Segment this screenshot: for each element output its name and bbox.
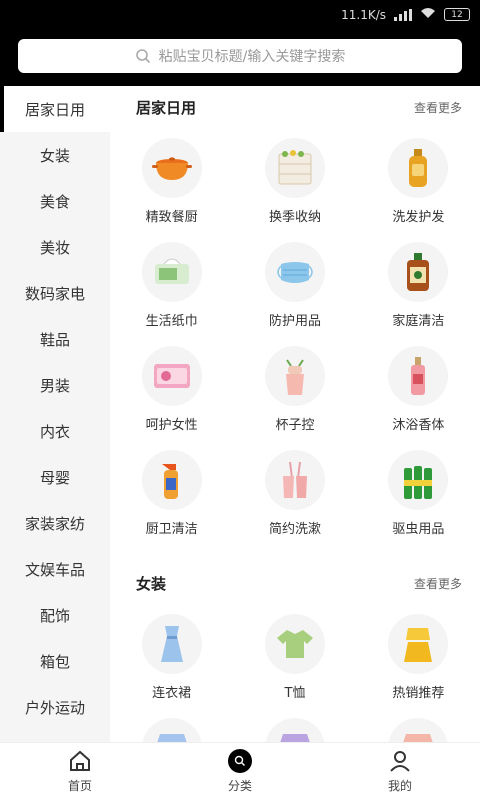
wifi-icon xyxy=(420,7,436,22)
tissue-icon xyxy=(154,258,189,284)
subcategory-label: 精致餐厨 xyxy=(145,210,198,225)
subcategory-label: 呵护女性 xyxy=(145,418,198,433)
subcategory-label: 家庭清洁 xyxy=(392,314,445,329)
see-more-link[interactable]: 查看更多 xyxy=(414,575,462,592)
storage-box-icon xyxy=(278,150,312,185)
tab-home[interactable]: 首页 xyxy=(0,743,160,800)
sidebar-item-makeup[interactable]: 美妆 xyxy=(0,224,110,270)
yellow-outfit-icon xyxy=(404,628,433,662)
header: 粘贴宝贝标题/输入关键字搜索 xyxy=(0,30,480,86)
subcategory-label: 洗发护发 xyxy=(392,210,445,225)
subcategory-label: 热销推荐 xyxy=(392,686,445,701)
subcategory-item[interactable] xyxy=(233,718,356,742)
subcategory-item[interactable]: 杯子控 xyxy=(233,346,356,450)
category-icon xyxy=(228,749,252,773)
sidebar-item-digital[interactable]: 数码家电 xyxy=(0,270,110,316)
subcategory-label: 厨卫清洁 xyxy=(145,522,198,537)
section-header: 女装 查看更多 xyxy=(110,562,480,604)
subcategory-item[interactable]: 驱虫用品 xyxy=(357,450,480,554)
section-header: 居家日用 查看更多 xyxy=(110,86,480,128)
section-title: 女装 xyxy=(136,574,167,593)
blue-top-icon xyxy=(156,734,187,742)
subcategory-item[interactable]: 精致餐厨 xyxy=(110,138,233,242)
subcategory-item[interactable]: 连衣裙 xyxy=(110,614,233,718)
tab-category[interactable]: 分类 xyxy=(160,743,320,800)
subcategory-grid: 连衣裙 T恤 热销推荐 xyxy=(110,604,480,742)
body-mist-icon xyxy=(411,357,426,395)
sidebar-item-entertainment-car[interactable]: 文娱车品 xyxy=(0,546,110,592)
network-speed: 11.1K/s xyxy=(341,7,386,22)
pot-icon xyxy=(151,157,192,180)
subcategory-item[interactable]: 呵护女性 xyxy=(110,346,233,450)
search-icon xyxy=(135,49,150,64)
sidebar-item-accessories[interactable]: 配饰 xyxy=(0,592,110,638)
category-sidebar: 居家日用 女装 美食 美妆 数码家电 鞋品 男装 内衣 母婴 家装家纺 文娱车品… xyxy=(0,86,110,742)
repellent-bottles-icon xyxy=(404,466,433,499)
subcategory-item[interactable]: 厨卫清洁 xyxy=(110,450,233,554)
toothbrush-cup-icon xyxy=(282,461,307,498)
subcategory-item[interactable]: 防护用品 xyxy=(233,242,356,346)
subcategory-item[interactable]: 沐浴香体 xyxy=(357,346,480,450)
sidebar-item-home-daily[interactable]: 居家日用 xyxy=(0,86,110,132)
sidebar-item-mens-clothing[interactable]: 男装 xyxy=(0,362,110,408)
subcategory-label: 沐浴香体 xyxy=(392,418,445,433)
subcategory-grid: 精致餐厨 换季收纳 洗发护发 生活纸巾 防护用品 家庭清洁 呵护女性 杯子控 沐… xyxy=(110,128,480,554)
user-icon xyxy=(390,751,410,772)
sidebar-item-womens-clothing[interactable]: 女装 xyxy=(0,132,110,178)
subcategory-item[interactable] xyxy=(110,718,233,742)
subcategory-item[interactable]: 换季收纳 xyxy=(233,138,356,242)
category-content: 居家日用 查看更多 精致餐厨 换季收纳 洗发护发 生活纸巾 防护用品 家庭清洁 xyxy=(110,86,480,742)
dress-icon xyxy=(160,626,183,662)
subcategory-item[interactable]: T恤 xyxy=(233,614,356,718)
sidebar-item-home-textile[interactable]: 家装家纺 xyxy=(0,500,110,546)
disinfectant-bottle-icon xyxy=(407,253,430,291)
cup-icon xyxy=(285,359,304,395)
home-icon xyxy=(70,750,90,771)
subcategory-label: 换季收纳 xyxy=(268,210,321,225)
subcategory-item[interactable]: 洗发护发 xyxy=(357,138,480,242)
subcategory-item[interactable]: 家庭清洁 xyxy=(357,242,480,346)
subcategory-item[interactable]: 生活纸巾 xyxy=(110,242,233,346)
subcategory-item[interactable]: 简约洗漱 xyxy=(233,450,356,554)
battery-level: 12 xyxy=(451,9,463,20)
bottom-tab-bar: 首页 分类 我的 xyxy=(0,742,480,800)
sidebar-item-food[interactable]: 美食 xyxy=(0,178,110,224)
spray-bottle-icon xyxy=(161,464,178,499)
subcategory-label: 简约洗漱 xyxy=(268,522,321,537)
sidebar-item-outdoor[interactable]: 户外运动 xyxy=(0,684,110,730)
signal-icon xyxy=(394,8,412,21)
battery-icon: 12 xyxy=(444,8,470,21)
face-mask-icon xyxy=(277,262,313,283)
subcategory-label: 连衣裙 xyxy=(152,686,192,701)
subcategory-item[interactable]: 热销推荐 xyxy=(357,614,480,718)
subcategory-label: T恤 xyxy=(284,686,306,701)
sidebar-item-baby[interactable]: 母婴 xyxy=(0,454,110,500)
sanitary-pad-icon xyxy=(153,364,190,388)
sidebar-item-underwear[interactable]: 内衣 xyxy=(0,408,110,454)
subcategory-label: 生活纸巾 xyxy=(145,314,198,329)
shampoo-bottle-icon xyxy=(409,149,428,187)
subcategory-label: 防护用品 xyxy=(268,314,321,329)
pink-top-icon xyxy=(403,734,433,742)
search-input[interactable]: 粘贴宝贝标题/输入关键字搜索 xyxy=(18,39,462,73)
tshirt-icon xyxy=(276,630,313,658)
sidebar-item-bags[interactable]: 箱包 xyxy=(0,638,110,684)
section-title: 居家日用 xyxy=(136,98,197,117)
tab-label: 分类 xyxy=(227,779,252,793)
sidebar-item-shoes[interactable]: 鞋品 xyxy=(0,316,110,362)
status-bar: 11.1K/s 12 xyxy=(0,0,480,30)
purple-top-icon xyxy=(280,734,310,742)
see-more-link[interactable]: 查看更多 xyxy=(414,99,462,116)
subcategory-label: 驱虫用品 xyxy=(392,522,445,537)
search-placeholder: 粘贴宝贝标题/输入关键字搜索 xyxy=(158,49,346,65)
subcategory-label: 杯子控 xyxy=(275,418,315,433)
tab-label: 首页 xyxy=(67,779,92,793)
tab-label: 我的 xyxy=(387,779,412,793)
tab-profile[interactable]: 我的 xyxy=(320,743,480,800)
subcategory-item[interactable] xyxy=(357,718,480,742)
